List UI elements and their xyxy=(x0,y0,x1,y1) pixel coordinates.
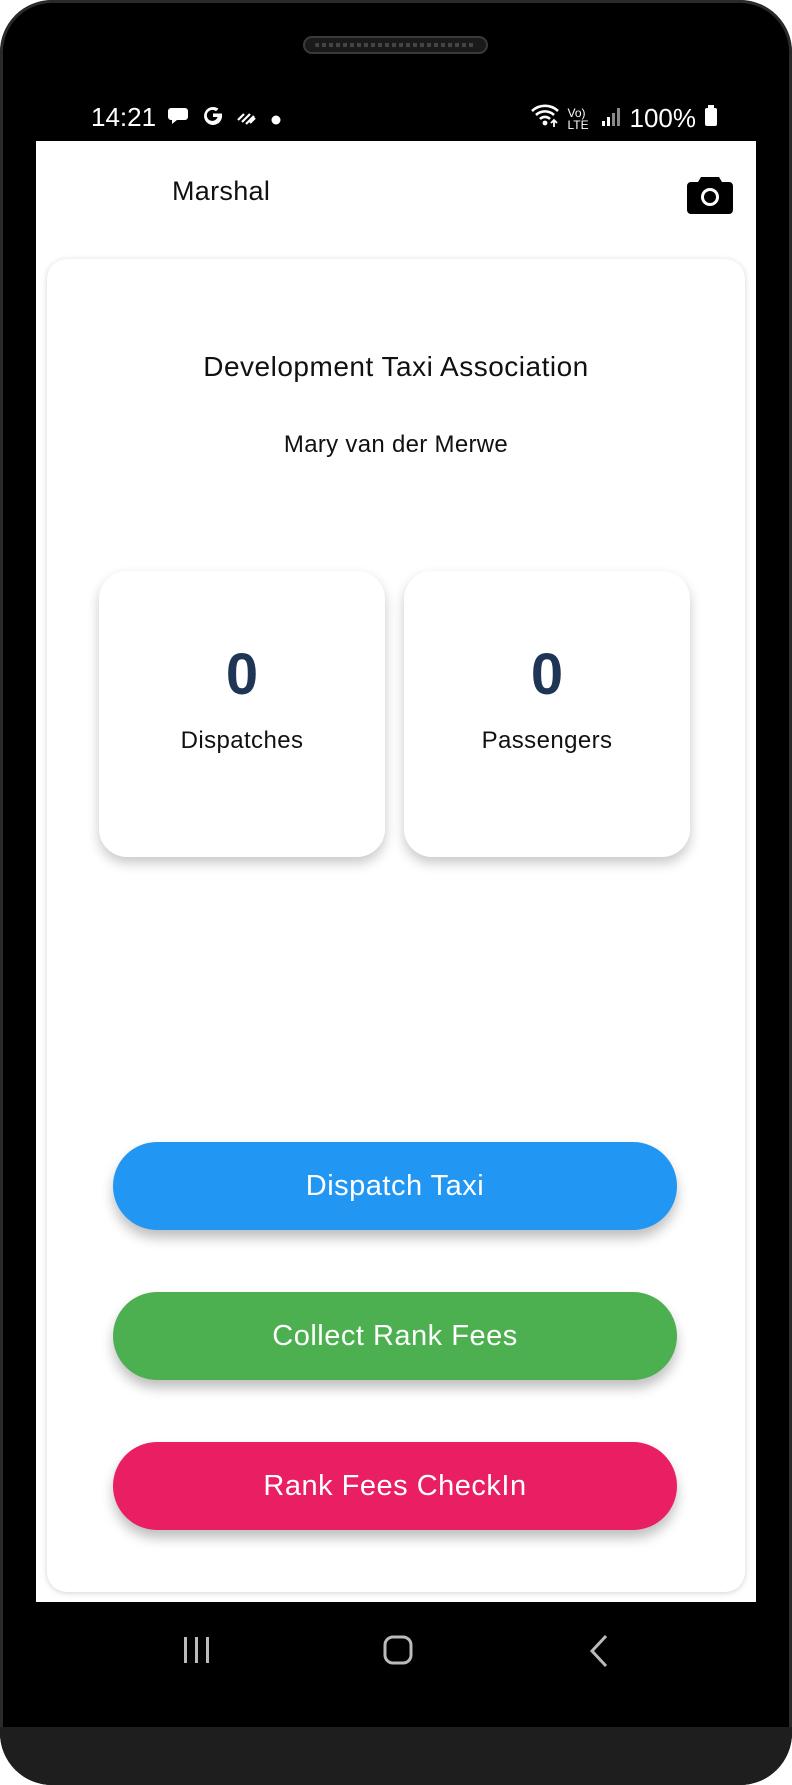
passengers-label: Passengers xyxy=(481,727,613,754)
dispatch-taxi-button[interactable]: Dispatch Taxi xyxy=(113,1142,677,1230)
signal-icon xyxy=(600,103,622,134)
status-bar: 14:21 Vo) LTE 100% xyxy=(36,100,756,140)
status-time: 14:21 xyxy=(91,102,157,132)
bottom-bezel xyxy=(0,1727,792,1785)
collect-rank-fees-button[interactable]: Collect Rank Fees xyxy=(113,1292,677,1380)
home-icon xyxy=(383,1635,413,1665)
notification-dot-icon xyxy=(270,102,282,133)
phone-frame: 14:21 Vo) LTE 100% Marshal Development T… xyxy=(0,0,792,1785)
marshal-card: Development Taxi Association Mary van de… xyxy=(47,259,745,1592)
activity-icon xyxy=(236,102,258,133)
recents-icon xyxy=(184,1637,209,1663)
dispatches-stat-card: 0 Dispatches xyxy=(99,571,385,857)
passengers-count: 0 xyxy=(530,642,564,707)
page-title: Marshal xyxy=(172,176,271,206)
back-icon xyxy=(589,1634,608,1668)
passengers-stat-card: 0 Passengers xyxy=(404,571,690,857)
earpiece-speaker xyxy=(303,36,488,54)
association-name: Development Taxi Association xyxy=(203,351,589,382)
wifi-icon xyxy=(530,102,560,135)
user-name: Mary van der Merwe xyxy=(283,431,509,458)
google-icon xyxy=(202,102,224,133)
chat-bubble-icon xyxy=(168,102,190,133)
app-screen: Marshal Development Taxi Association Mar… xyxy=(36,141,756,1602)
battery-percent: 100% xyxy=(629,103,697,133)
network-type: Vo) LTE xyxy=(567,105,589,132)
battery-icon xyxy=(704,103,718,134)
camera-button[interactable] xyxy=(686,173,734,215)
system-nav-bar xyxy=(0,1602,792,1697)
back-button[interactable] xyxy=(588,1634,610,1668)
camera-icon xyxy=(687,177,733,214)
home-button[interactable] xyxy=(383,1635,413,1665)
rank-fees-checkin-button[interactable]: Rank Fees CheckIn xyxy=(113,1442,677,1530)
dispatches-label: Dispatches xyxy=(180,727,304,754)
app-bar: Marshal xyxy=(36,141,756,251)
recents-button[interactable] xyxy=(180,1635,214,1665)
dispatches-count: 0 xyxy=(225,642,259,707)
